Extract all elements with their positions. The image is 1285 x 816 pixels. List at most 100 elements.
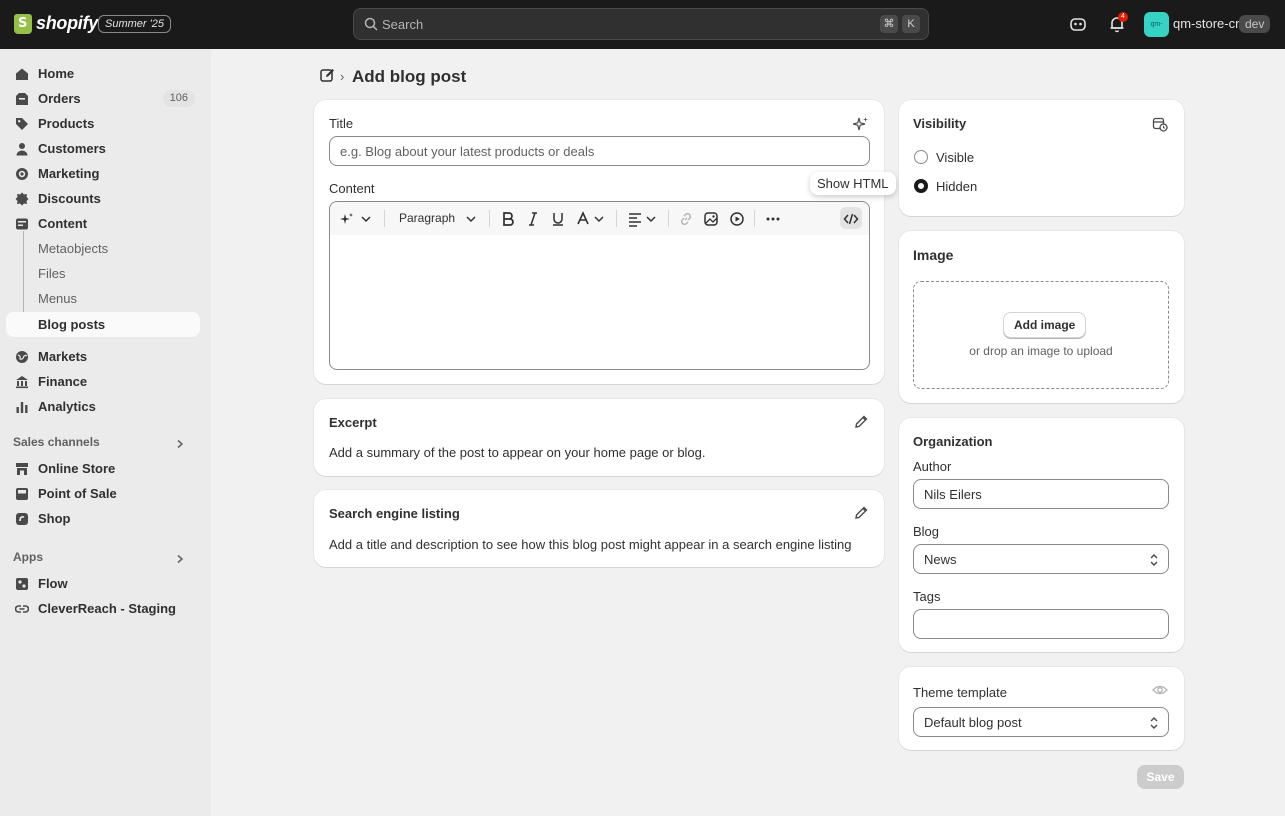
search-bar[interactable]: ⌘ K [353, 8, 929, 40]
sidebar-item-customers[interactable]: Customers [6, 136, 200, 161]
hidden-option-label: Hidden [936, 179, 978, 194]
drop-hint: or drop an image to upload [969, 344, 1113, 358]
paragraph-style-select[interactable]: Paragraph [399, 211, 455, 225]
top-bar: shopify Summer '25 ⌘ K 4 qm- qm-store-cr… [0, 0, 1285, 49]
target-icon [16, 168, 28, 180]
chevron-down-icon[interactable] [358, 211, 374, 227]
sidebar-item-label: Orders [38, 91, 81, 106]
sidebar-item-cleverreach[interactable]: CleverReach - Staging [6, 596, 200, 621]
chevron-right-icon[interactable] [175, 439, 185, 449]
ai-sparkle-icon[interactable] [853, 116, 869, 132]
home-icon [16, 68, 28, 80]
chevron-right-icon[interactable] [175, 554, 185, 564]
sidebar-item-label: Shop [38, 511, 71, 526]
search-input[interactable] [382, 9, 862, 39]
image-icon[interactable] [703, 211, 719, 227]
code-icon[interactable] [843, 211, 859, 227]
link-icon[interactable] [678, 211, 694, 227]
rich-text-editor[interactable]: Paragraph [329, 201, 870, 370]
globe-icon [16, 351, 28, 363]
sidebar-item-discounts[interactable]: Discounts [6, 186, 200, 211]
notification-count-badge: 4 [1118, 12, 1128, 22]
bold-icon[interactable] [500, 211, 516, 227]
select-arrows-icon [1150, 717, 1158, 729]
store-name[interactable]: qm-store-cr [1173, 16, 1239, 31]
add-image-button[interactable]: Add image [1003, 312, 1087, 338]
tags-input[interactable] [914, 610, 1168, 638]
chevron-down-icon[interactable] [591, 211, 607, 227]
hidden-radio[interactable] [914, 179, 928, 193]
edit-pencil-icon[interactable] [853, 414, 869, 430]
sidebar-item-metaobjects[interactable]: Metaobjects [6, 236, 200, 261]
text-color-icon[interactable] [575, 211, 591, 227]
edit-pencil-icon[interactable] [853, 505, 869, 521]
show-html-tooltip: Show HTML [810, 172, 896, 195]
title-input[interactable] [330, 137, 869, 165]
more-icon[interactable] [765, 211, 781, 227]
author-field[interactable] [913, 479, 1169, 509]
chevron-down-icon[interactable] [643, 211, 659, 227]
theme-template-card: Theme template Default blog post [899, 667, 1184, 750]
shopify-logo[interactable]: shopify [14, 13, 98, 34]
content-label: Content [329, 181, 375, 196]
sidebar-item-online-store[interactable]: Online Store [6, 456, 200, 481]
content-icon [16, 218, 28, 230]
sidebar-item-home[interactable]: Home [6, 61, 200, 86]
blog-label: Blog [913, 524, 940, 539]
organization-card: Organization Author Blog News Tags [899, 418, 1184, 652]
sidebar-item-label: Point of Sale [38, 486, 117, 501]
sidebar-item-markets[interactable]: Markets [6, 344, 200, 369]
save-button[interactable]: Save [1137, 765, 1184, 789]
sidebar-item-finance[interactable]: Finance [6, 369, 200, 394]
sidebar-item-analytics[interactable]: Analytics [6, 394, 200, 419]
blog-post-icon[interactable] [320, 68, 335, 83]
sidebar-item-files[interactable]: Files [6, 261, 200, 286]
page-title: Add blog post [352, 67, 467, 86]
blog-select[interactable]: News [913, 544, 1169, 574]
author-input[interactable] [914, 480, 1168, 508]
sidebar-item-point-of-sale[interactable]: Point of Sale [6, 481, 200, 506]
sidebar-item-flow[interactable]: Flow [6, 571, 200, 596]
theme-template-select[interactable]: Default blog post [913, 707, 1169, 737]
sidebar-item-label: Content [38, 216, 88, 231]
ai-generate-icon[interactable] [340, 211, 356, 227]
post-content-card: Title Content Paragraph [314, 100, 884, 384]
sidebar-item-marketing[interactable]: Marketing [6, 161, 200, 186]
eye-icon[interactable] [1152, 682, 1168, 698]
store-avatar[interactable]: qm- [1144, 12, 1169, 37]
apps-heading: Apps [13, 550, 43, 564]
edition-badge[interactable]: Summer '25 [98, 15, 171, 33]
shop-icon [16, 513, 28, 525]
theme-template-label: Theme template [913, 685, 1007, 700]
toolbar-divider [616, 210, 617, 227]
sidebar-item-label: CleverReach - Staging [38, 601, 176, 616]
blog-select-value: News [924, 552, 957, 567]
orders-icon [16, 93, 28, 105]
orders-count-badge: 106 [162, 90, 195, 107]
sidebar-item-products[interactable]: Products [6, 111, 200, 136]
theme-template-value: Default blog post [924, 715, 1022, 730]
image-dropzone[interactable]: Add image or drop an image to upload [913, 281, 1169, 389]
visible-radio[interactable] [914, 150, 928, 164]
sidebar-item-shop[interactable]: Shop [6, 506, 200, 531]
breadcrumb-chevron-icon: › [340, 69, 345, 84]
align-icon[interactable] [627, 211, 643, 227]
underline-icon[interactable] [550, 211, 566, 227]
sidebar-item-label: Blog posts [38, 317, 106, 332]
tags-field[interactable] [913, 609, 1169, 639]
sidekick-icon[interactable] [1068, 14, 1088, 34]
title-label: Title [329, 116, 354, 131]
visibility-heading: Visibility [913, 116, 967, 131]
italic-icon[interactable] [525, 211, 541, 227]
sidebar-item-menus[interactable]: Menus [6, 286, 200, 311]
title-field[interactable] [329, 136, 870, 166]
toolbar-divider [754, 210, 755, 227]
chevron-down-icon[interactable] [463, 211, 479, 227]
video-icon[interactable] [729, 211, 745, 227]
sidebar-item-label: Files [38, 266, 66, 281]
sidebar-item-blog-posts[interactable]: Blog posts [6, 312, 200, 337]
sidebar-item-label: Discounts [38, 191, 101, 206]
sidebar-item-content[interactable]: Content [6, 211, 200, 236]
schedule-icon[interactable] [1152, 116, 1168, 132]
sidebar-item-orders[interactable]: Orders 106 [6, 86, 200, 111]
